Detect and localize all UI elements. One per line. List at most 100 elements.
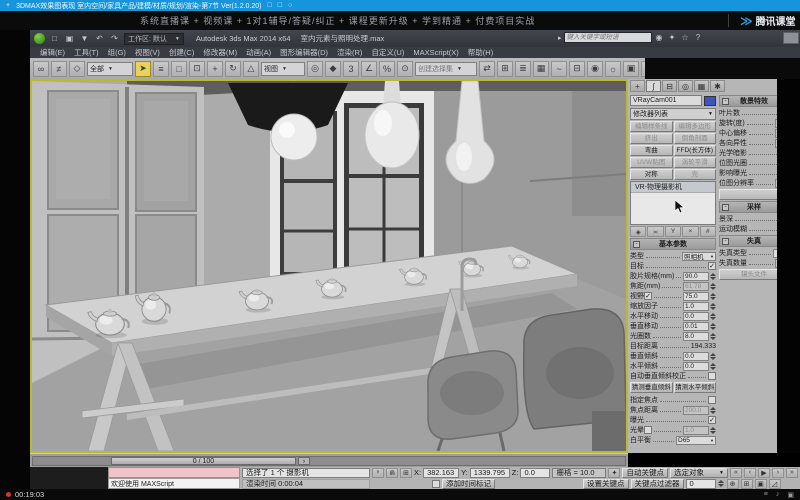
pan-view-icon[interactable]: ◿ [769,479,781,489]
focus-distance-field[interactable]: 200.0 [683,406,709,415]
spinner-snap-icon[interactable]: ⊙ [397,61,413,77]
time-tag-checkbox[interactable] [432,480,440,488]
maximize-viewport-icon[interactable]: ▣ [755,479,767,489]
align-icon[interactable]: ⊞ [497,61,513,77]
favorites-star-icon[interactable]: ☆ [680,33,691,42]
tab-modify-icon[interactable]: ∫ [646,80,661,92]
time-slider-thumb[interactable]: 0 / 100 [111,457,296,465]
modifier-button[interactable]: 涡轮平滑 [674,157,717,168]
lens-file-button[interactable]: 镜头文件 [719,269,777,280]
select-by-name-icon[interactable]: ≡ [153,61,169,77]
select-move-icon[interactable]: + [207,61,223,77]
modifier-button[interactable]: UVW贴图 [630,157,673,168]
next-frame-button[interactable]: › [298,457,310,465]
menu-modifiers[interactable]: 修改器(M) [203,47,237,58]
snap-toggle-icon[interactable]: 3 [343,61,359,77]
rollout-distortion[interactable]: - 失真 [719,235,777,247]
guess-horizontal-tilt-button[interactable]: 猜测水平倾斜 [674,382,717,393]
type-dropdown[interactable]: 照相机 ▼ [682,252,716,261]
tab-hierarchy-icon[interactable]: ⊟ [662,80,677,92]
modifier-button[interactable]: 挤出 [630,133,673,144]
bitmap-slot-button[interactable] [719,189,777,200]
menu-tools[interactable]: 工具(T) [74,47,99,58]
focal-length-field[interactable]: 61.78 [683,282,709,291]
add-time-tag-button[interactable]: 添加时间标记 [442,479,495,489]
fov-field[interactable]: 75.0 [683,292,709,301]
menu-maxscript[interactable]: MAXScript(X) [413,48,458,57]
spinner[interactable] [709,406,716,415]
pin-stack-icon[interactable]: ◈ [630,226,646,237]
overlay-plus-icon[interactable]: + [6,2,10,9]
spinner[interactable] [709,352,716,361]
modifier-button[interactable]: 编辑样条线 [630,121,673,132]
redo-icon[interactable]: ↷ [109,34,120,43]
window-crossing-icon[interactable]: ⊡ [189,61,205,77]
overlay-window-icon[interactable]: □ [268,2,272,9]
spinner[interactable] [709,302,716,311]
y-coordinate-field[interactable]: 1339.795 [470,468,510,478]
modifier-list-dropdown[interactable]: 修改器列表 ▼ [630,108,716,120]
auto-key-button[interactable]: 自动关键点 [622,468,668,478]
bind-spacewarp-icon[interactable]: ◇ [69,61,85,77]
fov-checkbox[interactable]: ✓ [644,292,652,300]
rotation-field[interactable] [775,119,777,128]
time-slider[interactable]: 0 / 100 › [30,453,628,467]
set-key-button[interactable]: 设置关键点 [583,479,629,489]
modifier-button[interactable]: 对称 [630,169,673,180]
layer-manager-icon[interactable]: ≣ [515,61,531,77]
help-icon[interactable]: ? [693,33,704,42]
curve-editor-icon[interactable]: ~ [551,61,567,77]
absolute-mode-icon[interactable]: ⊞ [400,468,412,478]
selection-filter-dropdown[interactable]: 全部 ▼ [87,62,133,76]
menu-views[interactable]: 视图(V) [135,47,160,58]
spinner[interactable] [709,282,716,291]
guess-vertical-tilt-button[interactable]: 猜测垂直倾斜 [630,382,673,393]
menu-edit[interactable]: 编辑(E) [40,47,65,58]
spinner[interactable] [709,292,716,301]
horizontal-tilt-field[interactable]: 0.0 [683,362,709,371]
next-frame-icon[interactable]: › [772,468,784,478]
window-buttons[interactable] [783,32,799,44]
selection-lock-icon[interactable]: ⋒ [386,468,398,478]
search-icon[interactable]: ◉ [654,33,665,42]
tab-motion-icon[interactable]: ◎ [678,80,693,92]
show-end-result-icon[interactable]: ≍ [647,226,663,237]
menu-create[interactable]: 创建(C) [169,47,194,58]
menu-customize[interactable]: 自定义(U) [371,47,404,58]
selection-set-dropdown[interactable]: 选定对象 ▼ [670,468,728,478]
spinner[interactable] [709,332,716,341]
volume-icon[interactable]: ♪ [776,491,780,498]
vignetting-checkbox[interactable] [644,426,652,434]
spinner[interactable] [709,362,716,371]
spinner[interactable] [709,272,716,281]
save-file-icon[interactable]: ▼ [79,34,90,43]
specify-focus-checkbox[interactable] [708,396,716,404]
rollout-basic-params[interactable]: - 基本参数 [630,238,716,250]
make-unique-icon[interactable]: Y [665,226,681,237]
z-coordinate-field[interactable]: 0.0 [520,468,550,478]
rollout-sampling[interactable]: - 采样 [719,201,777,213]
license-key-icon[interactable]: ✦ [667,33,678,42]
tab-utilities-icon[interactable]: ✱ [710,80,725,92]
white-balance-dropdown[interactable]: D65 ▼ [676,436,716,445]
play-icon[interactable]: ▶ [758,468,770,478]
mirror-icon[interactable]: ⇄ [479,61,495,77]
object-color-swatch[interactable] [704,96,716,106]
percent-snap-icon[interactable]: % [379,61,395,77]
schematic-view-icon[interactable]: ⊟ [569,61,585,77]
select-scale-icon[interactable]: △ [243,61,259,77]
anisotropy-field[interactable] [775,139,777,148]
center-bias-field[interactable] [775,129,777,138]
ribbon-toggle-icon[interactable]: ▦ [533,61,549,77]
configure-modifier-sets-icon[interactable]: # [700,226,716,237]
remove-modifier-icon[interactable]: × [682,226,698,237]
modifier-button[interactable]: 编辑多边形 [674,121,717,132]
previous-frame-icon[interactable]: ‹ [744,468,756,478]
set-key-icon[interactable]: ✦ [608,468,620,478]
horizontal-shift-field[interactable]: 0.0 [683,312,709,321]
search-go-icon[interactable]: ▸ [558,34,562,42]
exposure-checkbox[interactable]: ✓ [708,416,716,424]
modifier-button[interactable]: 弯曲 [630,145,673,156]
undo-icon[interactable]: ↶ [94,34,105,43]
search-input[interactable] [564,32,652,43]
